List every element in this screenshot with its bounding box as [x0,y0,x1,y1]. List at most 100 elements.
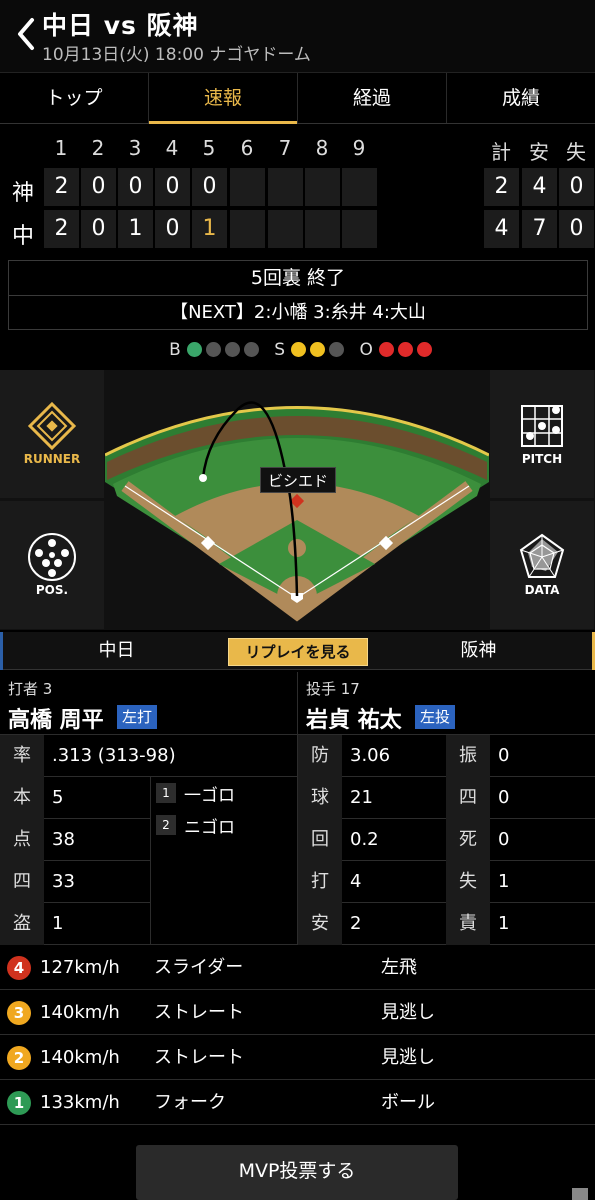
strike-label: S [274,340,286,360]
data-button[interactable]: DATA [490,501,594,629]
strike-indicators [289,340,346,360]
total-header-errors: 失 [566,140,586,164]
pitcher-stat-value: 4 [350,871,362,892]
pitch-row[interactable]: 4 127km/h スライダー 左飛 [0,945,595,990]
pitcher-stat-value: 0 [498,829,510,850]
pitch-number-badge: 2 [7,1046,31,1070]
pitch-row[interactable]: 3 140km/h ストレート 見逃し [0,990,595,1035]
ball-dot [205,342,221,357]
pitcher-stat-label: 失 [446,861,490,903]
runner-label: RUNNER [23,452,81,466]
out-dot [416,342,432,357]
ball-dot [224,342,240,357]
out-indicators [377,340,434,360]
ball-dot [186,342,202,357]
batter-hand-badge: 左打 [117,705,158,729]
batter-stat-label: 盗 [0,903,44,945]
pitch-result: 左飛 [381,957,417,978]
strike-dot [329,342,345,357]
pitch-speed: 133km/h [40,1092,120,1113]
runner-diamond-icon [27,401,77,451]
tab-live[interactable]: 速報 [149,73,298,124]
inning-status-box: 5回裏 終了 【NEXT】2:小幡 3:糸井 4:大山 [8,260,588,330]
pitcher-stat-label: 球 [298,777,342,819]
pitch-speed: 140km/h [40,1047,120,1068]
inning-header: 5 [202,136,216,160]
replay-button[interactable]: リプレイを見る [228,638,368,666]
inning-header: 9 [352,136,366,160]
score-cell: 2 [44,168,79,206]
pitcher-stat-label: 安 [298,903,342,945]
pitch-result: 見逃し [381,1002,435,1023]
batter-stat-value: 5 [52,787,64,808]
mvp-vote-button[interactable]: MVP投票する [136,1145,458,1200]
pitcher-name[interactable]: 岩貞 祐太 [306,702,402,734]
score-cell: 2 [44,210,79,248]
pitch-type: ストレート [154,1047,244,1068]
out-dot [397,342,413,357]
pitcher-hand-badge: 左投 [415,705,456,729]
pitcher-stat-label: 防 [298,735,342,777]
pitcher-stat-value: 0.2 [350,829,379,850]
at-bat-number: 2 [156,815,176,835]
pitch-number-badge: 1 [7,1091,31,1115]
score-cell: 0 [118,168,153,206]
scoreboard: 1 2 3 4 5 6 7 8 9 計 安 失 神 2 0 0 0 0 2 4 … [0,130,595,250]
batter-name[interactable]: 高橋 周平 [8,702,104,734]
pitch-label: PITCH [521,452,563,466]
back-arrow-icon[interactable] [12,14,42,54]
pitch-type: ストレート [154,1002,244,1023]
at-bat-result: 一ゴロ [184,786,235,806]
ball-label: B [169,340,181,360]
pitch-type: フォーク [154,1092,226,1113]
pitcher-stat-value: 1 [498,913,510,934]
pitch-number-badge: 3 [7,1001,31,1025]
score-cell [305,210,340,248]
inning-header: 1 [54,136,68,160]
bso-count: B S O [0,340,595,366]
inning-header: 8 [315,136,329,160]
team-abbr-hanshin: 神 [11,181,34,206]
pitch-button[interactable]: PITCH [490,370,594,498]
inning-header: 2 [91,136,105,160]
score-cell-current: 1 [192,210,227,248]
batter-stat-label: 本 [0,777,44,819]
total-header-runs: 計 [491,140,511,164]
score-cell: 0 [155,168,190,206]
team-tab-chunichi[interactable]: 中日 [0,632,230,670]
batter-stat-value: 33 [52,871,75,892]
positions-button[interactable]: POS. [0,501,104,629]
score-cell [230,210,265,248]
inning-header: 7 [278,136,292,160]
pitch-row[interactable]: 2 140km/h ストレート 見逃し [0,1035,595,1080]
pitcher-header: 投手 17 岩貞 祐太 左投 [298,672,595,734]
ball-dot [243,342,259,357]
scroll-indicator [572,1188,588,1200]
header-bar: 中日 vs 阪神 10月13日(火) 18:00 ナゴヤドーム [0,0,595,72]
tab-top[interactable]: トップ [0,73,149,123]
score-cell: 0 [155,210,190,248]
score-cell [268,210,303,248]
tab-results[interactable]: 成績 [447,73,595,123]
pitch-row[interactable]: 1 133km/h フォーク ボール [0,1080,595,1125]
pitcher-stat-label: 死 [446,819,490,861]
pitcher-stat-label: 回 [298,819,342,861]
pitch-result: ボール [381,1092,435,1113]
total-hits-cell: 4 [522,168,557,206]
out-dot [378,342,394,357]
inning-header: 3 [128,136,142,160]
score-cell [268,168,303,206]
out-label: O [359,340,373,360]
batter-stat-label: 率 [0,735,44,777]
tab-bar: トップ 速報 経過 成績 [0,72,595,124]
divider [150,776,151,944]
game-datetime-venue: 10月13日(火) 18:00 ナゴヤドーム [42,45,311,65]
pitch-result: 見逃し [381,1047,435,1068]
team-tab-hanshin[interactable]: 阪神 [365,632,595,670]
tab-progress[interactable]: 経過 [298,73,447,123]
pitcher-stat-value: 2 [350,913,362,934]
team-abbr-chunichi: 中 [11,224,34,249]
radar-chart-icon [519,533,565,578]
runner-button[interactable]: RUNNER [0,370,104,498]
pitcher-stat-value: 21 [350,787,373,808]
